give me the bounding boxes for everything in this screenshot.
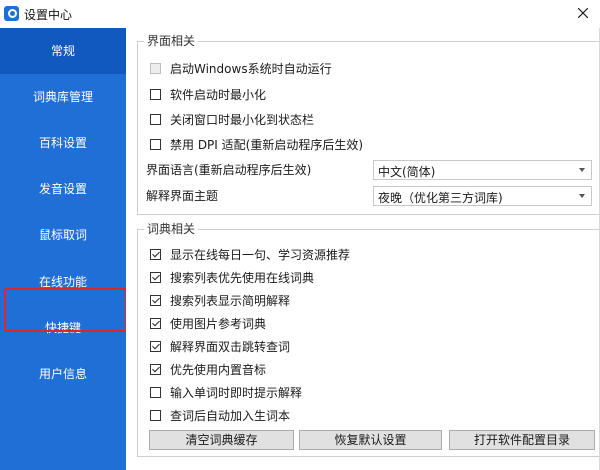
dictionary-settings-group: 词典相关 显示在线每日一句、学习资源推荐 搜索列表优先使用在线词典 搜索列表显示… xyxy=(137,222,600,457)
close-button[interactable] xyxy=(566,0,600,26)
sidebar-item-encyclopedia[interactable]: 百科设置 xyxy=(0,120,126,166)
language-value: 中文(简体) xyxy=(378,165,436,179)
prefer-online-label: 搜索列表优先使用在线词典 xyxy=(170,271,315,285)
auto-add-wordbook-checkbox[interactable] xyxy=(150,410,161,421)
close-to-tray-checkbox[interactable] xyxy=(150,114,161,125)
title-bar: 设置中心 xyxy=(0,0,600,28)
ui-group-title: 界面相关 xyxy=(144,34,199,48)
sidebar-item-mouse-lookup[interactable]: 鼠标取词 xyxy=(0,212,126,258)
brief-explanation-checkbox[interactable] xyxy=(150,295,161,306)
sidebar-item-general[interactable]: 常规 xyxy=(0,28,126,74)
brief-explanation-label: 搜索列表显示简明解释 xyxy=(170,294,291,308)
disable-dpi-checkbox[interactable] xyxy=(150,139,161,150)
disable-dpi-label: 禁用 DPI 适配(重新启动程序后生效) xyxy=(170,138,364,152)
theme-value: 夜晚（优化第三方词库) xyxy=(378,191,503,205)
daily-sentence-checkbox[interactable] xyxy=(150,249,161,260)
instant-hint-label: 输入单词时即时提示解释 xyxy=(170,386,303,400)
instant-hint-checkbox[interactable] xyxy=(150,387,161,398)
chevron-down-icon xyxy=(579,168,585,172)
builtin-phonetic-checkbox[interactable] xyxy=(150,364,161,375)
image-dictionary-checkbox[interactable] xyxy=(150,318,161,329)
autostart-checkbox xyxy=(150,63,161,74)
language-select[interactable]: 中文(简体) xyxy=(373,160,592,180)
image-dictionary-label: 使用图片参考词典 xyxy=(170,317,267,331)
close-icon xyxy=(578,8,588,18)
double-click-lookup-checkbox[interactable] xyxy=(150,341,161,352)
double-click-lookup-label: 解释界面双击跳转查词 xyxy=(170,340,291,354)
window-title: 设置中心 xyxy=(24,8,73,22)
daily-sentence-label: 显示在线每日一句、学习资源推荐 xyxy=(170,248,351,262)
sidebar: 常规 词典库管理 百科设置 发音设置 鼠标取词 在线功能 快捷键 用户信息 xyxy=(0,28,127,470)
chevron-down-icon xyxy=(579,194,585,198)
language-label: 界面语言(重新启动程序后生效) xyxy=(146,163,312,177)
auto-add-wordbook-label: 查词后自动加入生词本 xyxy=(170,409,291,423)
restore-default-button[interactable]: 恢复默认设置 xyxy=(299,430,442,450)
sidebar-item-pronunciation[interactable]: 发音设置 xyxy=(0,166,126,212)
open-config-folder-button[interactable]: 打开软件配置目录 xyxy=(449,430,595,450)
start-minimized-label: 软件启动时最小化 xyxy=(170,88,267,102)
builtin-phonetic-label: 优先使用内置音标 xyxy=(170,363,267,377)
dict-group-title: 词典相关 xyxy=(144,222,199,236)
close-to-tray-label: 关闭窗口时最小化到状态栏 xyxy=(170,113,315,127)
app-logo-icon xyxy=(4,6,19,21)
theme-select[interactable]: 夜晚（优化第三方词库) xyxy=(373,186,592,206)
sidebar-item-dictionary-management[interactable]: 词典库管理 xyxy=(0,74,126,120)
highlight-annotation xyxy=(4,288,127,332)
theme-label: 解释界面主题 xyxy=(146,189,219,203)
clear-cache-button[interactable]: 清空词典缓存 xyxy=(149,430,294,450)
prefer-online-checkbox[interactable] xyxy=(150,272,161,283)
ui-settings-group: 界面相关 启动Windows系统时自动运行 软件启动时最小化 关闭窗口时最小化到… xyxy=(137,34,600,215)
start-minimized-checkbox[interactable] xyxy=(150,89,161,100)
sidebar-item-user-info[interactable]: 用户信息 xyxy=(0,351,126,397)
settings-panel: 界面相关 启动Windows系统时自动运行 软件启动时最小化 关闭窗口时最小化到… xyxy=(126,28,600,470)
autostart-label: 启动Windows系统时自动运行 xyxy=(170,62,332,76)
